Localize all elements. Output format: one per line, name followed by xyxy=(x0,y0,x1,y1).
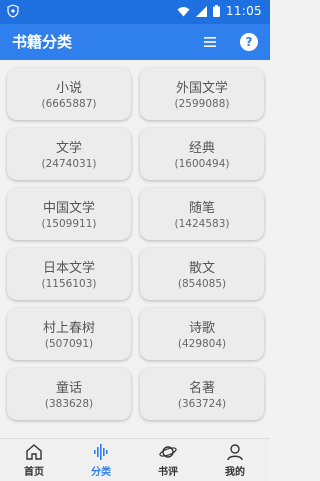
category-count: (429804) xyxy=(177,338,227,350)
category-name: 诗歌 xyxy=(188,321,215,336)
category-count: (6665887) xyxy=(41,98,97,110)
category-name: 随笔 xyxy=(188,201,215,216)
category-count: (383628) xyxy=(44,398,94,410)
home-icon xyxy=(26,444,42,460)
category-card[interactable]: 外国文学 (2599088) xyxy=(140,68,264,120)
category-card[interactable]: 名著 (363724) xyxy=(140,368,264,420)
category-name: 日本文学 xyxy=(42,261,95,276)
category-name: 外国文学 xyxy=(175,81,228,96)
tab-reviews[interactable]: 书评 xyxy=(138,439,198,481)
category-card[interactable]: 童话 (383628) xyxy=(7,368,131,420)
shield-icon xyxy=(7,4,19,18)
app-bar: 书籍分类 ? xyxy=(0,24,270,60)
category-card[interactable]: 散文 (854085) xyxy=(140,248,264,300)
status-bar: 11:05 xyxy=(0,0,270,24)
category-card[interactable]: 随笔 (1424583) xyxy=(140,188,264,240)
category-count: (1424583) xyxy=(174,218,230,230)
wifi-icon xyxy=(177,6,190,16)
page-title: 书籍分类 xyxy=(12,33,73,51)
category-count: (363724) xyxy=(177,398,227,410)
category-name: 童话 xyxy=(55,381,82,396)
help-icon[interactable]: ? xyxy=(240,33,258,51)
list-menu-icon[interactable] xyxy=(202,34,218,50)
category-count: (1156103) xyxy=(41,278,97,290)
bottom-nav: 首页 分类 书评 我的 xyxy=(0,438,270,481)
category-grid: 小说 (6665887) 外国文学 (2599088) 文学 (2474031)… xyxy=(0,60,270,426)
tab-category[interactable]: 分类 xyxy=(71,439,131,481)
category-card[interactable]: 中国文学 (1509911) xyxy=(7,188,131,240)
signal-icon xyxy=(195,5,207,17)
tab-label: 书评 xyxy=(158,467,178,478)
category-card[interactable]: 小说 (6665887) xyxy=(7,68,131,120)
category-count: (1509911) xyxy=(41,218,97,230)
category-name: 文学 xyxy=(55,141,82,156)
category-name: 中国文学 xyxy=(42,201,95,216)
category-name: 散文 xyxy=(188,261,215,276)
category-card[interactable]: 日本文学 (1156103) xyxy=(7,248,131,300)
category-card[interactable]: 经典 (1600494) xyxy=(140,128,264,180)
category-count: (2599088) xyxy=(174,98,230,110)
category-card[interactable]: 村上春树 (507091) xyxy=(7,308,131,360)
category-name: 经典 xyxy=(188,141,215,156)
category-count: (507091) xyxy=(44,338,94,350)
category-count: (854085) xyxy=(177,278,227,290)
tab-home[interactable]: 首页 xyxy=(4,439,64,481)
category-card[interactable]: 文学 (2474031) xyxy=(7,128,131,180)
category-count: (1600494) xyxy=(174,158,230,170)
tab-label: 我的 xyxy=(225,467,245,478)
waveform-icon xyxy=(94,444,108,460)
category-name: 村上春树 xyxy=(42,321,95,336)
tab-profile[interactable]: 我的 xyxy=(205,439,265,481)
category-name: 名著 xyxy=(188,381,215,396)
tab-label: 分类 xyxy=(91,467,111,478)
category-count: (2474031) xyxy=(41,158,97,170)
category-name: 小说 xyxy=(55,81,82,96)
profile-icon xyxy=(227,444,243,461)
status-time: 11:05 xyxy=(225,4,262,18)
tab-label: 首页 xyxy=(24,467,44,478)
battery-icon xyxy=(212,5,220,17)
planet-icon xyxy=(159,446,177,458)
category-card[interactable]: 诗歌 (429804) xyxy=(140,308,264,360)
